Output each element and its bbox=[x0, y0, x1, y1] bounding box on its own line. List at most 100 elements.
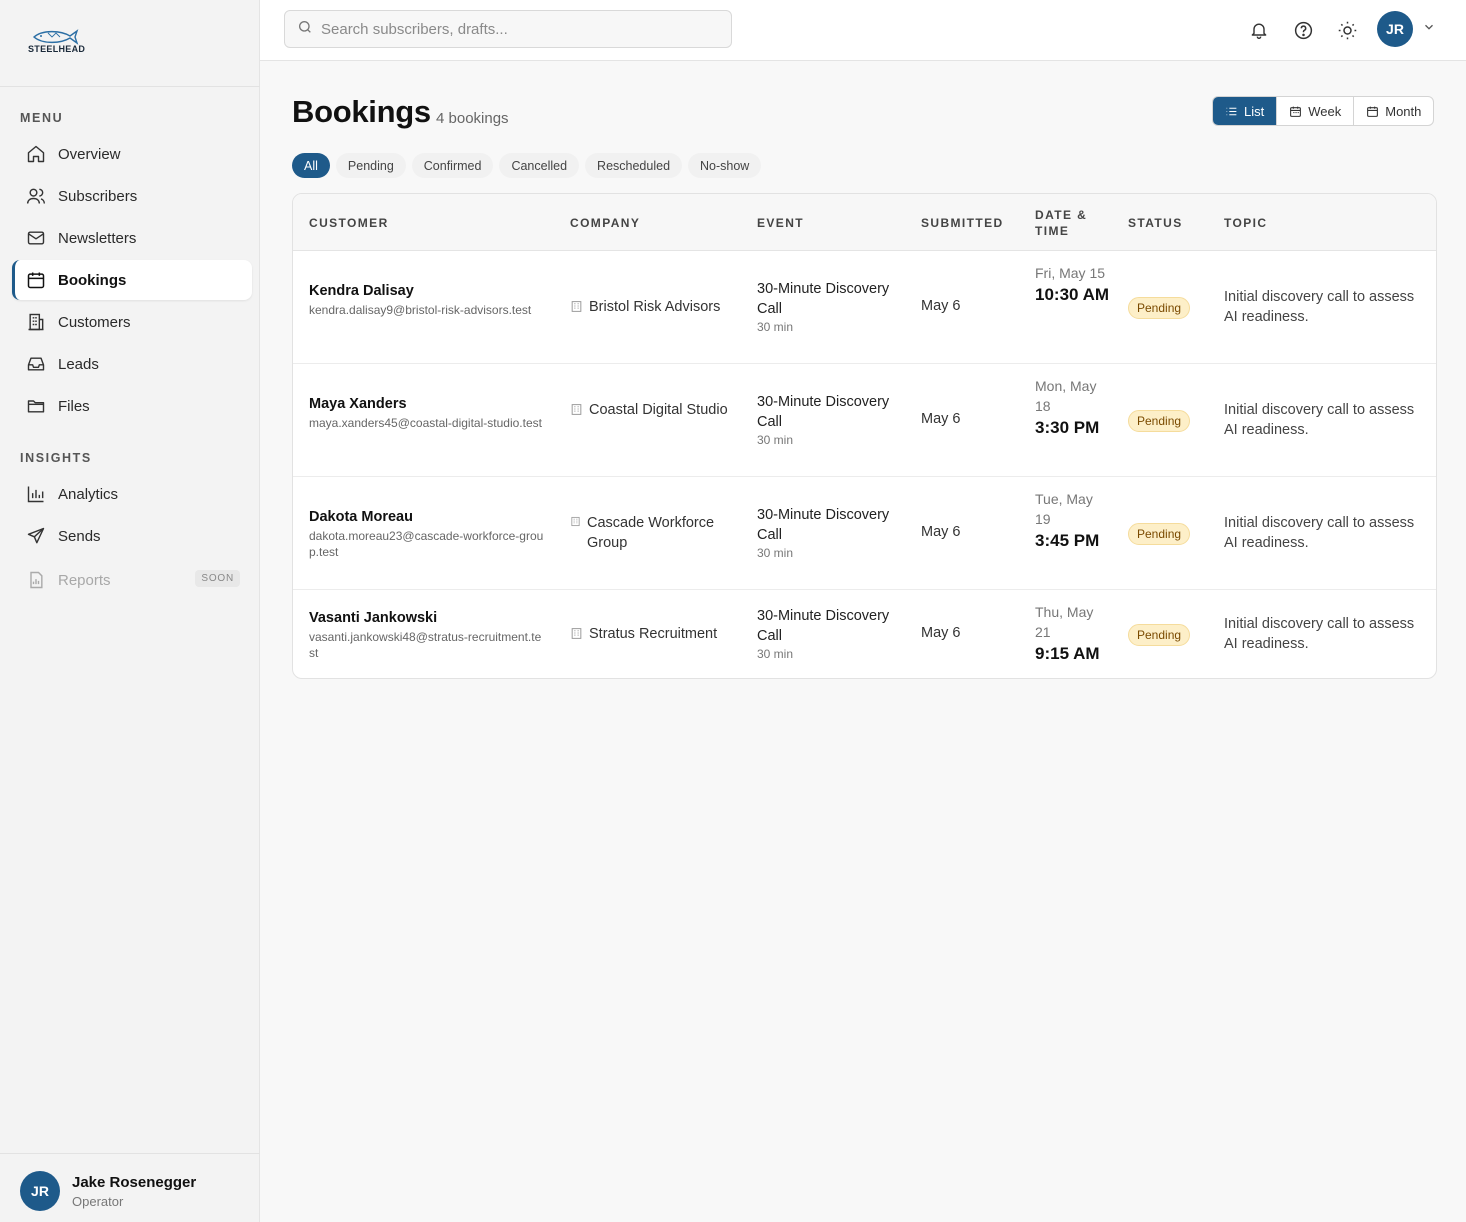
company-name: Coastal Digital Studio bbox=[589, 402, 728, 418]
sidebar-item-newsletters[interactable]: Newsletters bbox=[12, 218, 252, 258]
submitted-date: May 6 bbox=[921, 524, 961, 540]
booking-date: Thu, May 21 bbox=[1035, 604, 1094, 640]
building-icon bbox=[571, 516, 580, 527]
week-view-button[interactable]: Week bbox=[1276, 97, 1353, 125]
help-icon[interactable] bbox=[1291, 18, 1315, 42]
sidebar-item-label: Sends bbox=[58, 527, 101, 545]
customer-name: Vasanti Jankowski bbox=[309, 610, 438, 626]
event-title: 30-Minute Discovery Call bbox=[757, 394, 890, 430]
booking-time: 3:30 PM bbox=[1035, 418, 1100, 437]
home-icon bbox=[26, 144, 46, 164]
sidebar-item-label: Leads bbox=[58, 355, 99, 373]
header-event[interactable]: EVENT bbox=[757, 215, 804, 231]
sidebar-item-overview[interactable]: Overview bbox=[12, 134, 252, 174]
search-input[interactable] bbox=[321, 20, 721, 38]
sidebar-item-label: Analytics bbox=[58, 485, 119, 503]
company-name: Bristol Risk Advisors bbox=[589, 299, 721, 315]
table-row[interactable]: Dakota Moreau dakota.moreau23@cascade-wo… bbox=[293, 477, 1436, 590]
booking-time: 9:15 AM bbox=[1035, 644, 1100, 663]
brand-logo[interactable]: STEELHEAD bbox=[24, 26, 94, 60]
table-row[interactable]: Maya Xanders maya.xanders45@coastal-digi… bbox=[293, 364, 1436, 477]
header-topic[interactable]: TOPIC bbox=[1224, 215, 1267, 231]
logo-text: STEELHEAD bbox=[28, 44, 86, 54]
list-view-button[interactable]: List bbox=[1213, 97, 1277, 125]
sun-icon[interactable] bbox=[1335, 18, 1359, 42]
booking-time: 3:45 PM bbox=[1035, 531, 1100, 550]
users-icon bbox=[26, 186, 46, 206]
topic-text: Initial discovery call to assess AI read… bbox=[1224, 616, 1415, 652]
chevron-down-icon[interactable] bbox=[1422, 20, 1436, 34]
submitted-date: May 6 bbox=[921, 411, 961, 427]
insights-section-label: INSIGHTS bbox=[20, 451, 92, 465]
customer-cell: Vasanti Jankowski vasanti.jankowski48@st… bbox=[309, 610, 544, 661]
company-name: Cascade Workforce Group bbox=[587, 515, 715, 551]
sidebar-item-files[interactable]: Files bbox=[12, 386, 252, 426]
sidebar-item-reports: Reports SOON bbox=[12, 560, 252, 600]
customer-email: vasanti.jankowski48@stratus-recruitment.… bbox=[309, 630, 542, 660]
sidebar-item-label: Reports bbox=[58, 571, 111, 589]
avatar: JR bbox=[20, 1171, 60, 1211]
status-badge: Pending bbox=[1128, 523, 1191, 545]
header-date-time[interactable]: DATE & TIME bbox=[1035, 207, 1087, 239]
table-row[interactable]: Kendra Dalisay kendra.dalisay9@bristol-r… bbox=[293, 251, 1436, 364]
table-header: CUSTOMER COMPANY EVENT SUBMITTED DATE & … bbox=[293, 194, 1436, 251]
filter-pending[interactable]: Pending bbox=[335, 153, 406, 178]
event-cell: 30-Minute Discovery Call 30 min bbox=[757, 606, 897, 661]
customer-cell: Maya Xanders maya.xanders45@coastal-digi… bbox=[309, 396, 544, 431]
header-customer[interactable]: CUSTOMER bbox=[309, 215, 389, 231]
inbox-icon bbox=[26, 354, 46, 374]
calendar-icon bbox=[26, 270, 46, 290]
sidebar-item-label: Overview bbox=[58, 145, 121, 163]
sidebar: STEELHEAD MENU Overview Subscribers News… bbox=[0, 0, 260, 1222]
sidebar-item-analytics[interactable]: Analytics bbox=[12, 474, 252, 514]
booking-date: Tue, May 19 bbox=[1035, 491, 1093, 527]
sidebar-item-label: Bookings bbox=[58, 271, 127, 289]
status-cell: Pending bbox=[1128, 523, 1191, 545]
calendar-month-icon bbox=[1367, 106, 1379, 117]
sidebar-item-subscribers[interactable]: Subscribers bbox=[12, 176, 252, 216]
booking-time: 10:30 AM bbox=[1035, 285, 1110, 304]
topic-text: Initial discovery call to assess AI read… bbox=[1224, 402, 1415, 438]
company-cell: Cascade Workforce Group bbox=[570, 513, 735, 553]
topic-text: Initial discovery call to assess AI read… bbox=[1224, 289, 1415, 325]
filter-all[interactable]: All bbox=[292, 153, 330, 178]
month-view-button[interactable]: Month bbox=[1353, 97, 1433, 125]
building-icon bbox=[571, 301, 582, 312]
booking-date: Fri, May 15 bbox=[1035, 265, 1106, 281]
search-box[interactable] bbox=[284, 10, 732, 48]
header-submitted[interactable]: SUBMITTED bbox=[921, 215, 1004, 231]
submitted-date: May 6 bbox=[921, 625, 961, 641]
filter-cancelled[interactable]: Cancelled bbox=[499, 153, 580, 178]
topbar: JR bbox=[260, 0, 1466, 61]
user-card[interactable]: JR Jake Rosenegger Operator bbox=[0, 1153, 260, 1222]
status-cell: Pending bbox=[1128, 410, 1191, 432]
filter-no-show[interactable]: No-show bbox=[688, 153, 762, 178]
bar-chart-icon bbox=[26, 484, 46, 504]
filter-confirmed[interactable]: Confirmed bbox=[411, 153, 494, 178]
booking-date: Mon, May 18 bbox=[1035, 378, 1097, 414]
event-duration: 30 min bbox=[757, 433, 794, 447]
bell-icon[interactable] bbox=[1247, 18, 1271, 42]
filter-rescheduled[interactable]: Rescheduled bbox=[585, 153, 683, 178]
sidebar-item-bookings[interactable]: Bookings bbox=[12, 260, 252, 300]
sidebar-item-leads[interactable]: Leads bbox=[12, 344, 252, 384]
status-filters: All Pending Confirmed Cancelled Reschedu… bbox=[292, 153, 762, 178]
user-name: Jake Rosenegger bbox=[72, 1174, 197, 1191]
sidebar-item-customers[interactable]: Customers bbox=[12, 302, 252, 342]
view-toggle: List Week Month bbox=[1212, 96, 1435, 126]
company-cell: Stratus Recruitment bbox=[570, 624, 735, 644]
event-duration: 30 min bbox=[757, 320, 794, 334]
sidebar-item-label: Newsletters bbox=[58, 229, 137, 247]
status-cell: Pending bbox=[1128, 624, 1191, 646]
menu-section-label: MENU bbox=[20, 111, 64, 125]
company-cell: Coastal Digital Studio bbox=[570, 400, 735, 420]
user-avatar-button[interactable]: JR bbox=[1377, 11, 1413, 47]
list-icon bbox=[1226, 107, 1237, 115]
event-title: 30-Minute Discovery Call bbox=[757, 608, 890, 644]
table-row[interactable]: Vasanti Jankowski vasanti.jankowski48@st… bbox=[293, 590, 1436, 678]
topic-text: Initial discovery call to assess AI read… bbox=[1224, 515, 1415, 551]
sidebar-item-sends[interactable]: Sends bbox=[12, 516, 252, 556]
header-company[interactable]: COMPANY bbox=[570, 215, 640, 231]
sidebar-item-label: Subscribers bbox=[58, 187, 138, 205]
header-status[interactable]: STATUS bbox=[1128, 215, 1183, 231]
